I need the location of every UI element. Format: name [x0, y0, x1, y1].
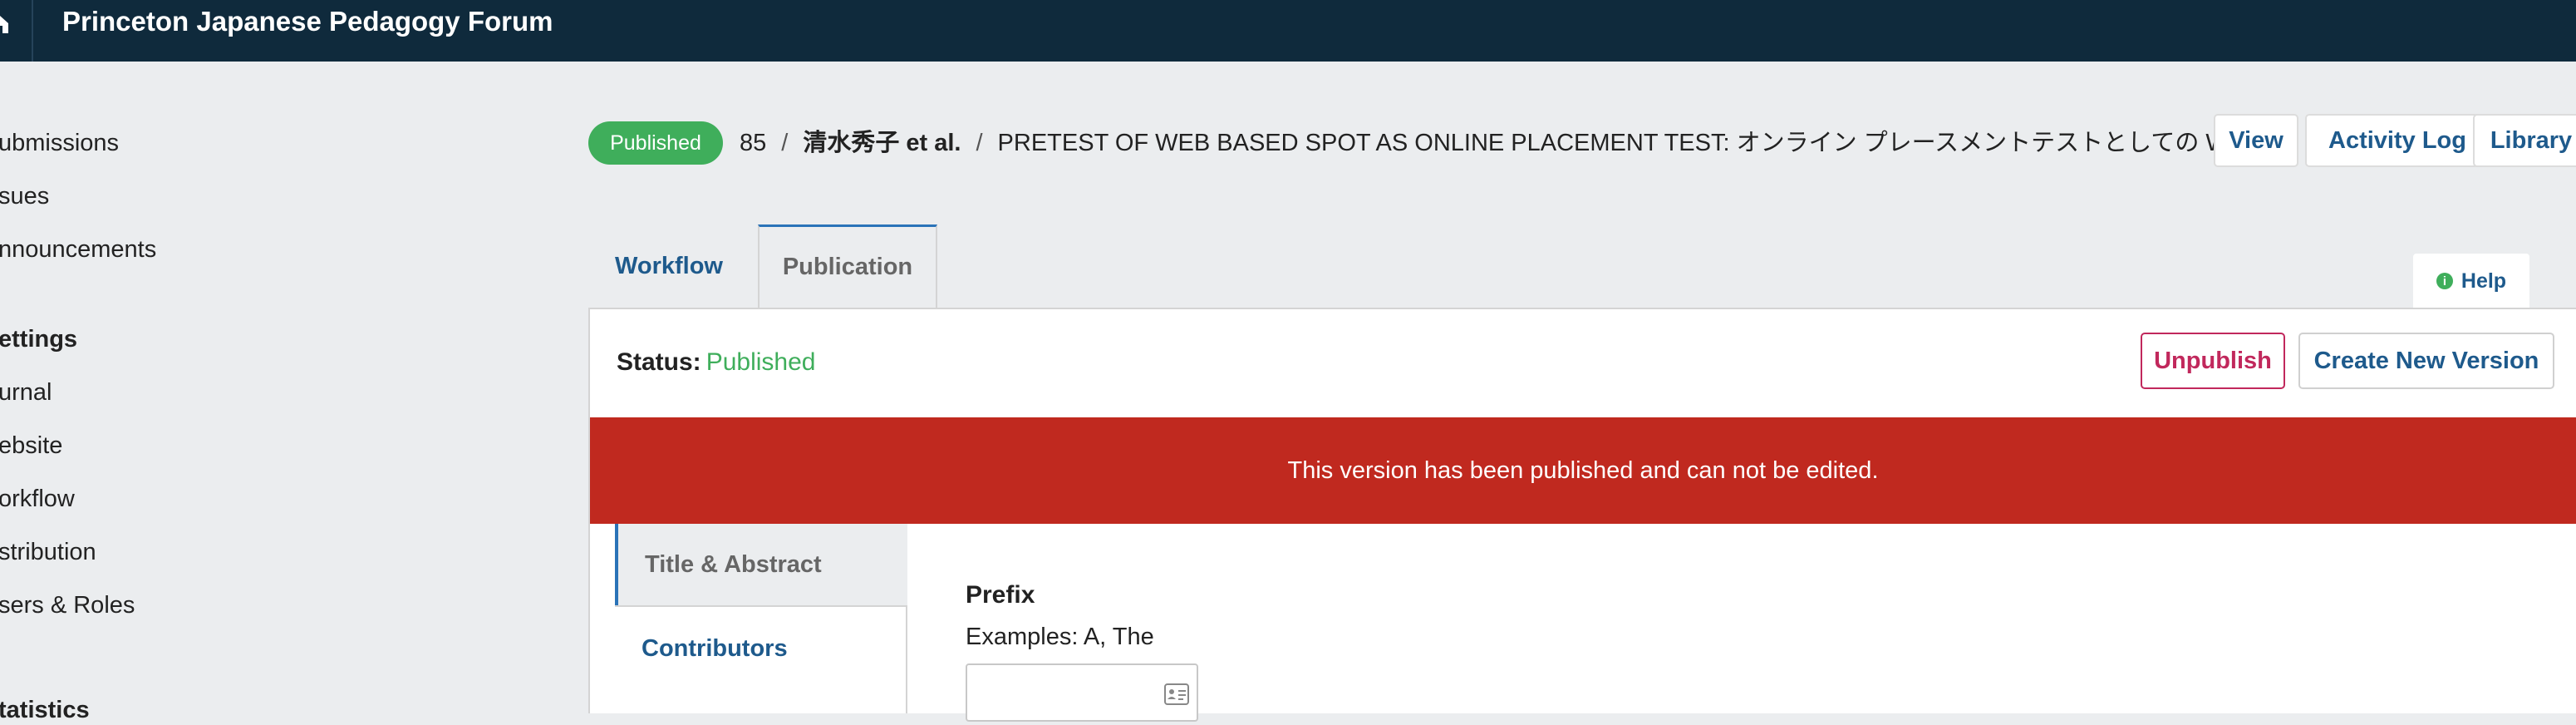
create-new-version-button[interactable]: Create New Version [2298, 333, 2554, 389]
view-button[interactable]: View [2214, 114, 2298, 167]
sidebar-item-issues[interactable]: sues [0, 181, 49, 211]
tab-workflow[interactable]: Workflow [590, 224, 748, 308]
home-icon[interactable] [0, 15, 8, 33]
contact-card-icon[interactable] [1164, 683, 1189, 705]
prefix-description: Examples: A, The [966, 624, 1154, 650]
status-label: Status: [617, 348, 701, 376]
sidebar-item-submissions[interactable]: ubmissions [0, 128, 119, 158]
sidebar-item-website[interactable]: ebsite [0, 431, 62, 461]
submission-title: PRETEST OF WEB BASED SPOT AS ONLINE PLAC… [997, 130, 2261, 156]
publication-status: Status: Published [617, 344, 815, 381]
sidebar-item-users-roles[interactable]: sers & Roles [0, 590, 135, 620]
submission-authors: 清水秀子 et al. [803, 130, 961, 156]
sidebar: ubmissions sues nnouncements ettings urn… [0, 62, 582, 723]
published-alert: This version has been published and can … [590, 417, 2576, 524]
breadcrumb-separator: / [976, 130, 983, 156]
sidebar-heading-statistics: tatistics [0, 697, 90, 723]
status-badge: Published [588, 121, 723, 165]
site-title[interactable]: Princeton Japanese Pedagogy Forum [62, 5, 553, 38]
info-icon: i [2436, 273, 2453, 289]
sidebar-item-workflow[interactable]: orkflow [0, 484, 75, 514]
side-tab-title-abstract[interactable]: Title & Abstract [615, 524, 907, 605]
unpublish-button[interactable]: Unpublish [2141, 333, 2285, 389]
help-label: Help [2460, 269, 2507, 293]
prefix-label: Prefix [966, 581, 1035, 609]
submission-id: 85 [740, 130, 767, 156]
sidebar-item-distribution[interactable]: stribution [0, 537, 96, 567]
top-bar: Princeton Japanese Pedagogy Forum [0, 0, 2576, 62]
breadcrumb: 85 / 清水秀子 et al. / PRETEST OF WEB BASED SPOT… [740, 125, 2260, 161]
breadcrumb-separator: / [781, 130, 789, 156]
side-tab-contributors[interactable]: Contributors [615, 605, 907, 713]
activity-log-button[interactable]: Activity Log [2305, 114, 2490, 167]
status-value: Published [705, 348, 816, 376]
top-bar-divider [32, 0, 33, 62]
tab-publication[interactable]: Publication [758, 224, 937, 308]
library-button[interactable]: Library [2473, 114, 2576, 167]
sidebar-heading-settings: ettings [0, 326, 78, 353]
sidebar-item-journal[interactable]: urnal [0, 377, 52, 407]
sidebar-item-announcements[interactable]: nnouncements [0, 234, 156, 264]
help-button[interactable]: i Help [2413, 254, 2529, 308]
